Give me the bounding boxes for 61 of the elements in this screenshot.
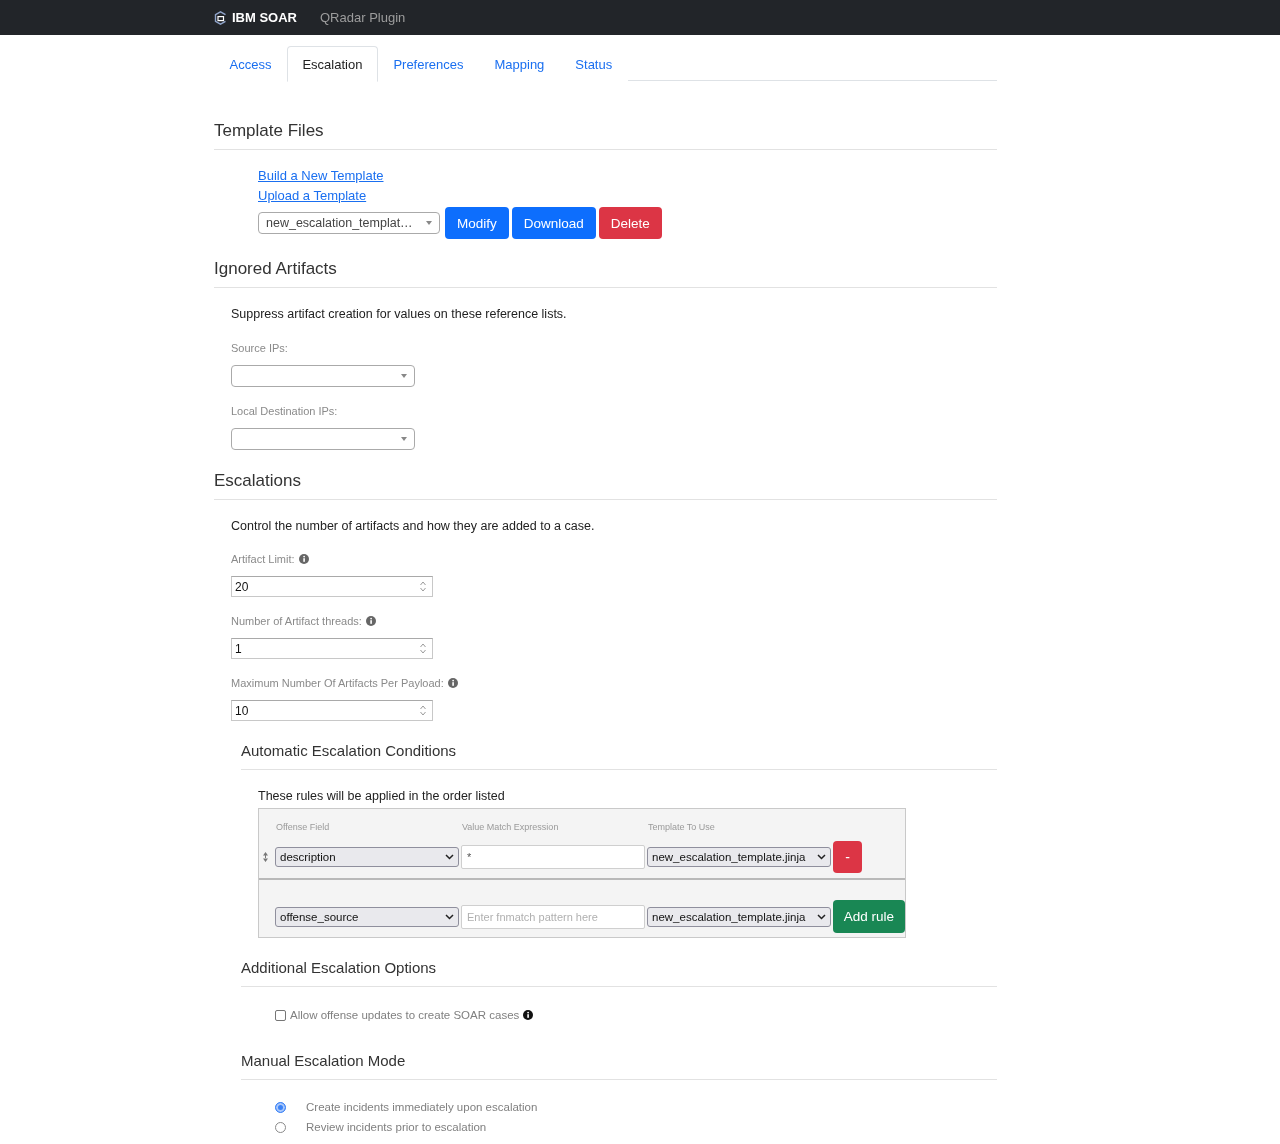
info-icon	[523, 1010, 534, 1020]
link[interactable]: Build a New Template	[258, 166, 384, 186]
column-header: Value Match Expression	[461, 821, 560, 833]
field-label: Artifact Limit:	[231, 552, 295, 566]
add-rule-button[interactable]: Add rule	[833, 900, 905, 933]
logo-icon	[214, 10, 227, 25]
checkbox[interactable]	[275, 1009, 286, 1021]
template-select[interactable]: new_escalation_template.jinja	[647, 847, 831, 867]
field-label: Source IPs:	[231, 341, 288, 355]
radio-label: Create incidents immediately upon escalation	[306, 1101, 538, 1113]
caret-icon	[401, 437, 407, 441]
field-label: Maximum Number Of Artifacts Per Payload:	[231, 676, 444, 690]
chevron-icon	[817, 913, 826, 920]
primary-action-button[interactable]: Modify	[445, 207, 509, 239]
field-label: Number of Artifact threads:	[231, 614, 362, 628]
section-description: Suppress artifact creation for values on these reference lists.	[231, 306, 568, 323]
caret-icon	[426, 221, 432, 225]
tab[interactable]: Escalation	[286, 46, 378, 82]
radio-button[interactable]	[275, 1121, 286, 1133]
expression-input[interactable]: *	[461, 845, 645, 869]
chevron-icon	[445, 854, 454, 860]
remove-rule-button[interactable]: -	[833, 841, 862, 873]
brand-name[interactable]: IBM SOAR	[232, 10, 297, 25]
column-header: Template To Use	[647, 821, 716, 833]
drag-handle-icon[interactable]	[263, 852, 268, 862]
expression-input[interactable]: Enter fnmatch pattern here	[461, 904, 645, 929]
info-icon	[447, 678, 458, 688]
number-field[interactable]: 1	[231, 638, 433, 659]
spinner-icon[interactable]	[420, 581, 426, 592]
number-field[interactable]: 20	[231, 576, 433, 597]
chevron-icon	[817, 854, 826, 860]
field-label: Local Destination IPs:	[231, 404, 338, 418]
danger-action-button[interactable]: Delete	[598, 207, 662, 239]
checkbox-label: Allow offense updates to create SOAR cases	[290, 1009, 520, 1021]
column-header: Offense Field	[275, 821, 331, 833]
primary-action-button[interactable]: Download	[511, 207, 596, 239]
offense-field-select[interactable]: offense_source	[275, 906, 459, 927]
spinner-icon[interactable]	[420, 705, 426, 716]
section-heading: Escalations	[214, 470, 997, 500]
rules-note: These rules will be applied in the order listed	[258, 788, 506, 805]
subsection-heading: Additional Escalation Options	[241, 957, 997, 987]
info-icon	[298, 554, 309, 564]
radio-button[interactable]	[275, 1101, 286, 1113]
reference-list-select[interactable]	[231, 365, 415, 387]
number-field[interactable]: 10	[231, 700, 433, 721]
caret-icon	[401, 374, 407, 378]
subsection-heading: Automatic Escalation Conditions	[241, 740, 997, 770]
reference-list-select[interactable]	[231, 428, 415, 450]
spinner-icon[interactable]	[420, 643, 426, 654]
chevron-icon	[445, 913, 454, 920]
template-select[interactable]: new_escalation_templat…	[258, 212, 440, 234]
section-heading: Ignored Artifacts	[214, 258, 997, 288]
app-title: QRadar Plugin	[320, 10, 406, 25]
subsection-heading: Manual Escalation Mode	[241, 1050, 997, 1080]
info-icon	[365, 616, 376, 626]
section-description: Control the number of artifacts and how they are added to a case.	[231, 518, 596, 535]
section-heading: Template Files	[214, 120, 997, 150]
offense-field-select[interactable]: description	[275, 847, 459, 867]
template-select[interactable]: new_escalation_template.jinja	[647, 906, 831, 927]
radio-label: Review incidents prior to escalation	[306, 1121, 487, 1133]
link[interactable]: Upload a Template	[258, 186, 367, 206]
